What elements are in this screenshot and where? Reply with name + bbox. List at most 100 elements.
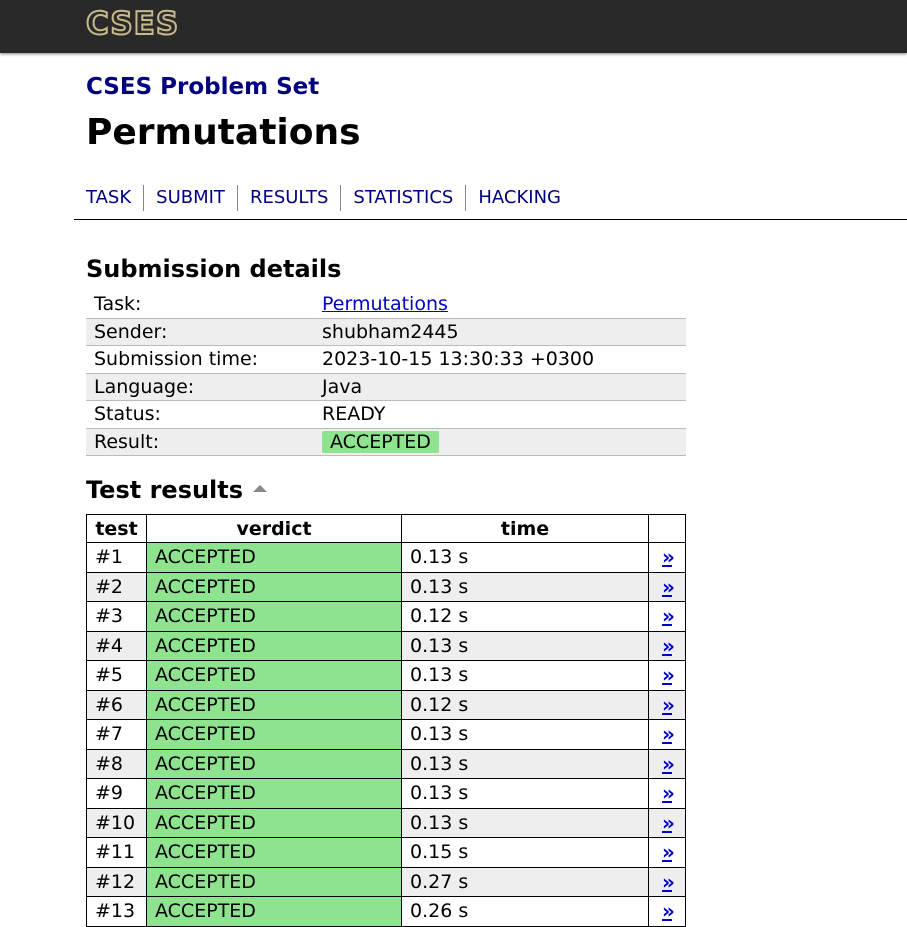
nav-hacking[interactable]: HACKING — [465, 185, 573, 211]
view-test-double-chevron-icon[interactable]: » — [662, 899, 675, 923]
verdict-cell: ACCEPTED — [146, 601, 402, 632]
table-row: #1 ACCEPTED 0.13 s » — [86, 542, 686, 573]
time-cell: 0.13 s — [401, 630, 649, 661]
test-link-cell: » — [648, 542, 686, 573]
test-number-cell: #9 — [86, 778, 147, 809]
test-number-cell: #8 — [86, 748, 147, 779]
view-test-double-chevron-icon[interactable]: » — [662, 663, 675, 687]
detail-value: READY — [314, 400, 686, 429]
table-row: #10 ACCEPTED 0.13 s » — [86, 807, 686, 838]
time-cell: 0.13 s — [401, 719, 649, 750]
site-title-link[interactable]: CSES Problem Set — [86, 72, 319, 102]
detail-label: Status: — [86, 400, 314, 429]
time-cell: 0.27 s — [401, 866, 649, 897]
view-test-double-chevron-icon[interactable]: » — [662, 781, 675, 805]
test-link-cell: » — [648, 601, 686, 632]
test-link-cell: » — [648, 630, 686, 661]
detail-row-submission-time: Submission time: 2023-10-15 13:30:33 +03… — [86, 345, 686, 374]
view-test-double-chevron-icon[interactable]: » — [662, 840, 675, 864]
result-badge: ACCEPTED — [322, 430, 439, 453]
verdict-cell: ACCEPTED — [146, 571, 402, 602]
table-row: #5 ACCEPTED 0.13 s » — [86, 660, 686, 691]
verdict-cell: ACCEPTED — [146, 778, 402, 809]
verdict-cell: ACCEPTED — [146, 748, 402, 779]
nav-task[interactable]: TASK — [86, 185, 143, 211]
nav-submit[interactable]: SUBMIT — [143, 185, 237, 211]
detail-row-result: Result: ACCEPTED — [86, 428, 686, 456]
detail-value: ACCEPTED — [314, 428, 686, 456]
table-row: #8 ACCEPTED 0.13 s » — [86, 748, 686, 779]
test-number-cell: #2 — [86, 571, 147, 602]
view-test-double-chevron-icon[interactable]: » — [662, 722, 675, 746]
test-link-cell: » — [648, 660, 686, 691]
view-test-double-chevron-icon[interactable]: » — [662, 634, 675, 658]
detail-row-task: Task: Permutations — [86, 291, 686, 319]
test-link-cell: » — [648, 689, 686, 720]
table-row: #4 ACCEPTED 0.13 s » — [86, 630, 686, 661]
table-row: #13 ACCEPTED 0.26 s » — [86, 896, 686, 927]
verdict-cell: ACCEPTED — [146, 866, 402, 897]
test-results-heading[interactable]: Test results — [86, 475, 268, 505]
view-test-double-chevron-icon[interactable]: » — [662, 870, 675, 894]
time-cell: 0.26 s — [401, 896, 649, 927]
test-link-cell: » — [648, 719, 686, 750]
test-link-cell: » — [648, 571, 686, 602]
col-header-test: test — [86, 514, 147, 543]
test-number-cell: #6 — [86, 689, 147, 720]
submission-details-table: Task: Permutations Sender: shubham2445 S… — [86, 291, 686, 456]
table-row: #7 ACCEPTED 0.13 s » — [86, 719, 686, 750]
time-cell: 0.12 s — [401, 601, 649, 632]
test-number-cell: #13 — [86, 896, 147, 927]
test-link-cell: » — [648, 807, 686, 838]
verdict-cell: ACCEPTED — [146, 689, 402, 720]
view-test-double-chevron-icon[interactable]: » — [662, 545, 675, 569]
detail-value: 2023-10-15 13:30:33 +0300 — [314, 345, 686, 374]
test-results-title: Test results — [86, 476, 244, 504]
time-cell: 0.13 s — [401, 660, 649, 691]
test-number-cell: #4 — [86, 630, 147, 661]
col-header-time: time — [401, 514, 649, 543]
time-cell: 0.12 s — [401, 689, 649, 720]
cses-logo[interactable]: CSES — [85, 6, 179, 42]
test-number-cell: #12 — [86, 866, 147, 897]
table-row: #6 ACCEPTED 0.12 s » — [86, 689, 686, 720]
table-row: #2 ACCEPTED 0.13 s » — [86, 571, 686, 602]
test-number-cell: #3 — [86, 601, 147, 632]
nav-statistics[interactable]: STATISTICS — [340, 185, 465, 211]
verdict-cell: ACCEPTED — [146, 837, 402, 868]
test-link-cell: » — [648, 778, 686, 809]
table-row: #12 ACCEPTED 0.27 s » — [86, 866, 686, 897]
col-header-link — [648, 514, 686, 543]
time-cell: 0.13 s — [401, 807, 649, 838]
verdict-cell: ACCEPTED — [146, 630, 402, 661]
time-cell: 0.13 s — [401, 748, 649, 779]
detail-label: Language: — [86, 373, 314, 401]
time-cell: 0.13 s — [401, 571, 649, 602]
task-nav: TASK SUBMIT RESULTS STATISTICS HACKING — [86, 185, 573, 211]
detail-label: Task: — [86, 291, 314, 319]
submission-details-heading: Submission details — [86, 255, 342, 283]
verdict-cell: ACCEPTED — [146, 896, 402, 927]
nav-divider — [74, 219, 907, 220]
verdict-cell: ACCEPTED — [146, 719, 402, 750]
nav-results[interactable]: RESULTS — [236, 185, 340, 211]
task-link[interactable]: Permutations — [322, 293, 448, 315]
view-test-double-chevron-icon[interactable]: » — [662, 604, 675, 628]
view-test-double-chevron-icon[interactable]: » — [662, 575, 675, 599]
test-results-table: test verdict time #1 ACCEPTED 0.13 s» #2 ACC… — [86, 514, 686, 927]
view-test-double-chevron-icon[interactable]: » — [662, 752, 675, 776]
test-link-cell: » — [648, 896, 686, 927]
detail-value: Java — [314, 373, 686, 401]
test-link-cell: » — [648, 866, 686, 897]
verdict-cell: ACCEPTED — [146, 542, 402, 573]
view-test-double-chevron-icon[interactable]: » — [662, 693, 675, 717]
detail-row-status: Status: READY — [86, 400, 686, 429]
verdict-cell: ACCEPTED — [146, 660, 402, 691]
detail-value: Permutations — [314, 291, 686, 319]
test-results-header-row: test verdict time — [86, 514, 686, 543]
table-row: #3 ACCEPTED 0.12 s » — [86, 601, 686, 632]
view-test-double-chevron-icon[interactable]: » — [662, 811, 675, 835]
test-number-cell: #7 — [86, 719, 147, 750]
collapse-triangle-icon[interactable] — [253, 484, 268, 492]
page-title: Permutations — [86, 112, 361, 153]
